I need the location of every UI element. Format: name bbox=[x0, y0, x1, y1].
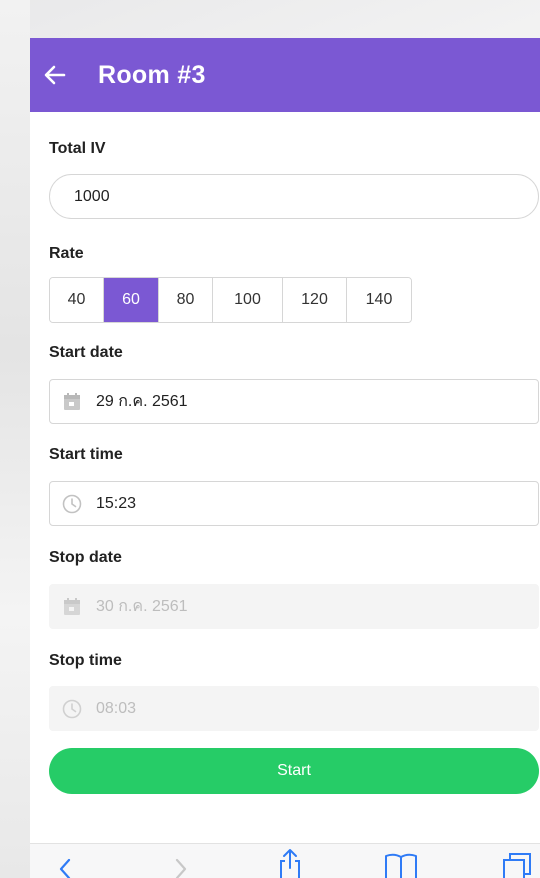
start-time-input[interactable]: 15:23 bbox=[49, 481, 539, 526]
rate-label: Rate bbox=[49, 245, 84, 262]
calendar-icon bbox=[62, 392, 82, 412]
page-title: Room #3 bbox=[98, 60, 206, 89]
stop-time-label: Stop time bbox=[49, 652, 122, 669]
rate-option-40[interactable]: 40 bbox=[50, 278, 104, 322]
start-date-value: 29 ก.ค. 2561 bbox=[96, 393, 188, 410]
start-date-input[interactable]: 29 ก.ค. 2561 bbox=[49, 379, 539, 424]
arrow-left-icon[interactable] bbox=[44, 64, 66, 86]
chevron-right-icon[interactable] bbox=[166, 856, 194, 878]
start-time-value: 15:23 bbox=[96, 494, 137, 512]
share-icon[interactable] bbox=[276, 848, 304, 878]
stop-time-value: 08:03 bbox=[96, 699, 137, 717]
total-iv-input[interactable]: 1000 bbox=[49, 174, 539, 219]
stop-date-value: 30 ก.ค. 2561 bbox=[96, 598, 188, 615]
rate-option-140[interactable]: 140 bbox=[347, 278, 411, 322]
total-iv-value: 1000 bbox=[74, 187, 110, 205]
chevron-left-icon[interactable] bbox=[52, 856, 80, 878]
total-iv-label: Total IV bbox=[49, 140, 106, 157]
rate-option-100[interactable]: 100 bbox=[213, 278, 283, 322]
rate-option-120[interactable]: 120 bbox=[283, 278, 347, 322]
app-bar: Room #3 bbox=[30, 38, 540, 112]
background-edge bbox=[0, 0, 30, 878]
clock-icon bbox=[62, 494, 82, 514]
browser-toolbar bbox=[30, 843, 540, 878]
rate-option-60[interactable]: 60 bbox=[104, 278, 159, 322]
calendar-icon bbox=[62, 597, 82, 617]
clock-icon bbox=[62, 699, 82, 719]
start-date-label: Start date bbox=[49, 344, 123, 361]
stop-time-input: 08:03 bbox=[49, 686, 539, 731]
rate-segmented-control: 40 60 80 100 120 140 bbox=[49, 277, 412, 323]
start-button[interactable]: Start bbox=[49, 748, 539, 794]
rate-option-80[interactable]: 80 bbox=[159, 278, 213, 322]
stop-date-label: Stop date bbox=[49, 549, 122, 566]
app-screen: Room #3 Total IV 1000 Rate 40 60 80 100 … bbox=[30, 38, 540, 878]
start-time-label: Start time bbox=[49, 446, 123, 463]
bookmarks-icon[interactable] bbox=[384, 852, 417, 878]
tabs-icon[interactable] bbox=[502, 850, 531, 878]
stop-date-input: 30 ก.ค. 2561 bbox=[49, 584, 539, 629]
